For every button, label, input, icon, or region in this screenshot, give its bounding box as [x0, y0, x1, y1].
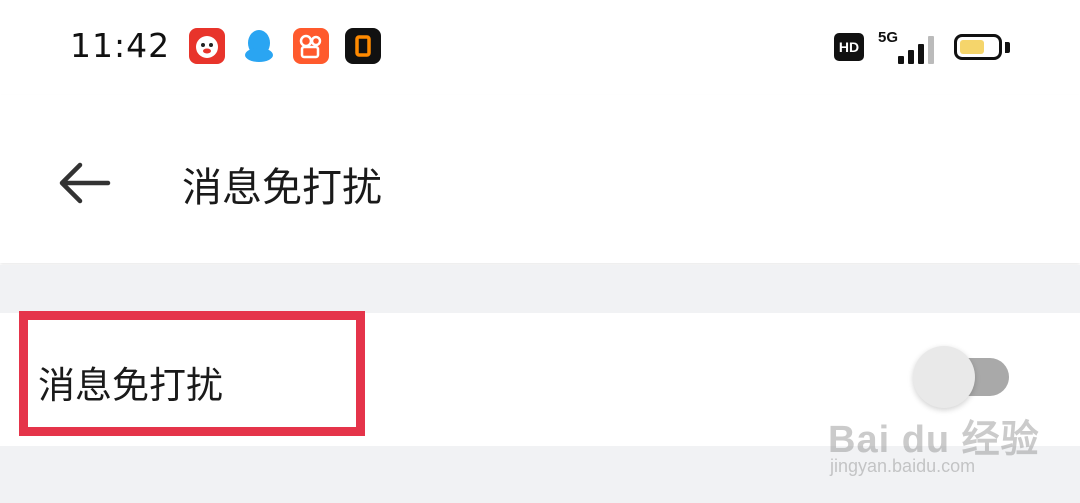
back-arrow-icon[interactable]	[58, 160, 112, 206]
do-not-disturb-toggle[interactable]	[913, 346, 1011, 408]
kuaishou-icon	[293, 28, 329, 64]
status-time: 11:42	[70, 26, 171, 65]
qq-penguin-icon	[241, 28, 277, 64]
section-divider	[0, 265, 1080, 313]
watermark-logo: Bai du 经验	[828, 419, 1040, 461]
orange-square-app-icon	[345, 28, 381, 64]
jd-dog-icon	[189, 28, 225, 64]
highlight-annotation	[19, 311, 365, 436]
battery-tip	[1005, 42, 1010, 53]
signal-strength-icon	[898, 34, 938, 64]
watermark-url: jingyan.baidu.com	[830, 456, 976, 476]
baidu-jingyan-watermark: Bai du 经验 jingyan.baidu.com	[828, 408, 1040, 476]
header-bar: 消息免打扰	[0, 95, 1080, 263]
page-title: 消息免打扰	[182, 165, 382, 211]
hd-voice-badge: HD	[834, 33, 864, 61]
network-type-label: 5G	[878, 29, 899, 46]
toggle-knob	[913, 346, 975, 408]
status-bar: 11:42 HD 5G	[0, 0, 1080, 95]
battery-icon	[954, 34, 1002, 60]
battery-level-fill	[960, 40, 984, 54]
